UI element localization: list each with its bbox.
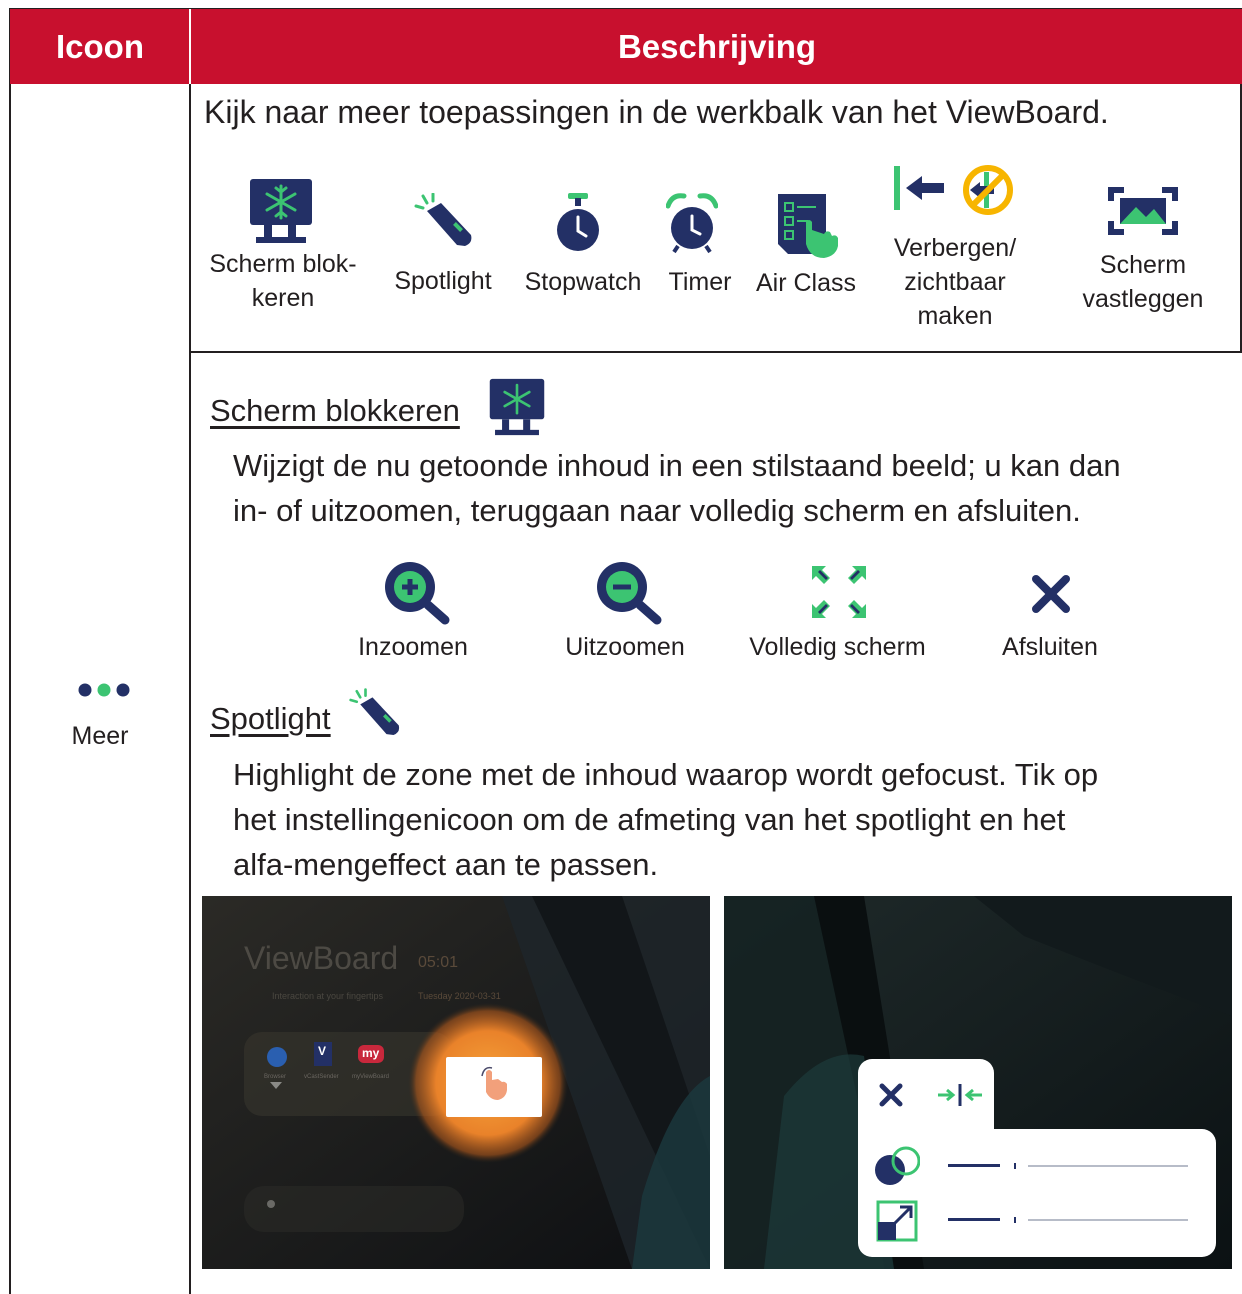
zoom-in-icon[interactable] — [383, 560, 451, 626]
home-clock: 05:01 — [418, 954, 459, 971]
close-icon[interactable] — [878, 1082, 904, 1108]
header-separator — [189, 9, 191, 84]
home-date: Tuesday 2020-03-31 — [418, 991, 501, 1001]
fullscreen-icon[interactable] — [812, 566, 866, 618]
size-slider-handle[interactable] — [1014, 1217, 1016, 1223]
size-slider[interactable] — [948, 1216, 1188, 1224]
more-dots-icon — [78, 682, 130, 698]
toolbar-label-spotlight: Spotlight — [394, 267, 492, 295]
zoom-out-label: Uitzoomen — [565, 633, 685, 661]
home-app-myviewboard[interactable]: myViewBoard — [352, 1074, 389, 1080]
freeze-description-line1: Wijzigt de nu getoonde inhoud in een sti… — [233, 448, 1121, 483]
air-class-icon[interactable] — [776, 192, 842, 262]
more-label: Meer — [71, 722, 129, 750]
toolbar-row-separator — [189, 351, 1242, 353]
freeze-description-line2: in- of uitzoomen, teruggaan naar volledi… — [233, 493, 1081, 528]
toolbar-label-air-class: Air Class — [755, 269, 856, 297]
close-label: Afsluiten — [1002, 633, 1098, 661]
table-header: Icoon Beschrijving — [10, 9, 1242, 84]
spotlight-section-title: Spotlight — [210, 701, 331, 736]
column-separator — [189, 84, 191, 1294]
spotlight-description-line2: het instellingenicoon om de afmeting van… — [233, 802, 1066, 837]
spotlight-description-line1: Highlight de zone met de inhoud waarop w… — [233, 757, 1099, 792]
freeze-screen-icon[interactable] — [248, 177, 314, 245]
home-app-badge-my: my — [362, 1046, 380, 1060]
home-brand-title: ViewBoard — [244, 940, 399, 976]
opacity-slider-track — [1028, 1165, 1188, 1167]
spotlight-description-line3: alfa-mengeffect aan te passen. — [233, 847, 659, 882]
hide-show-toolbar-icon[interactable] — [894, 164, 1014, 216]
opacity-slider[interactable] — [948, 1162, 1188, 1170]
toolbar-label-freeze: Scherm blok- keren — [209, 250, 357, 312]
toolbar-label-screen-capture: Scherm vastleggen — [1082, 251, 1204, 313]
fullscreen-label: Volledig scherm — [749, 633, 926, 661]
size-icon — [876, 1200, 920, 1242]
home-app-vcastsender[interactable]: vCastSender — [304, 1074, 339, 1080]
spotlight-icon[interactable] — [413, 192, 477, 251]
freeze-screen-icon — [488, 377, 546, 437]
opacity-slider-handle[interactable] — [1014, 1163, 1016, 1169]
size-slider-fill — [948, 1218, 1000, 1221]
toolbar-label-timer: Timer — [668, 268, 732, 296]
timer-icon[interactable] — [665, 192, 719, 254]
spotlight-screenshot-home: ViewBoard 05:01 Interaction at your fing… — [202, 896, 710, 1269]
size-slider-track — [1028, 1219, 1188, 1221]
zoom-in-label: Inzoomen — [358, 633, 468, 661]
toolbar-label-hide-show: Verbergen/ zichtbaar maken — [893, 234, 1017, 330]
screen-capture-icon[interactable] — [1108, 187, 1178, 235]
close-icon[interactable] — [1032, 575, 1070, 613]
opacity-icon — [874, 1146, 921, 1186]
spotlight-screenshot-settings — [724, 896, 1232, 1269]
left-cell-mark — [9, 351, 11, 353]
header-description-column: Beschrijving — [617, 27, 817, 65]
zoom-out-icon[interactable] — [595, 560, 663, 626]
home-app-badge-v: V — [318, 1044, 327, 1058]
toolbar-label-stopwatch: Stopwatch — [524, 268, 642, 296]
header-icon-column: Icoon — [56, 27, 144, 65]
home-app-browser[interactable]: Browser — [264, 1074, 286, 1080]
freeze-section-title: Scherm blokkeren — [210, 393, 460, 428]
collapse-icon[interactable] — [936, 1082, 984, 1108]
home-tagline: Interaction at your fingertips — [272, 991, 384, 1001]
toolbar-intro: Kijk naar meer toepassingen in de werkba… — [204, 94, 1109, 130]
opacity-slider-fill — [948, 1164, 1000, 1167]
stopwatch-icon[interactable] — [556, 193, 600, 253]
table-border-left — [9, 8, 11, 1294]
spotlight-icon — [348, 688, 404, 740]
